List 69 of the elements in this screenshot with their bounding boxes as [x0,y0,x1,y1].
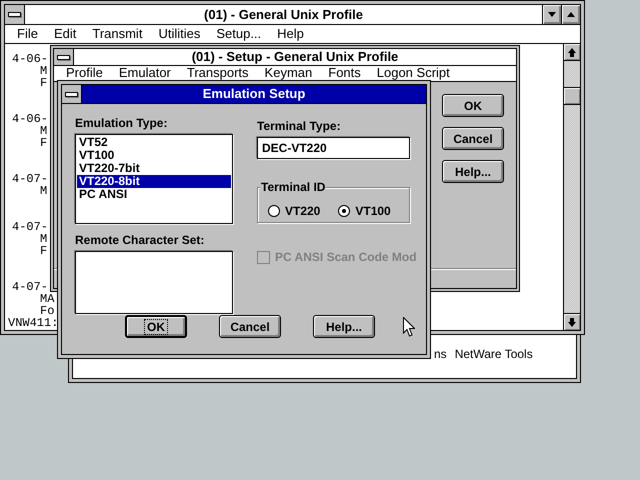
window-title: (01) - Setup - General Unix Profile [190,49,400,65]
radio-button[interactable] [268,205,280,217]
terminal-line: F [39,137,48,149]
menu-item[interactable]: Transports [178,66,257,81]
list-item[interactable]: VT52 [77,136,231,149]
terminal-line: Fo [39,305,54,317]
radio-button[interactable] [338,205,350,217]
terminal-line: 4-06- [12,113,48,125]
field-label: Emulation Type: [75,116,168,130]
terminal-line: 4-07- [12,281,48,293]
menu-item[interactable]: Setup... [208,25,270,43]
terminal-line: 4-07- [12,173,48,185]
radio-label: VT100 [355,204,391,218]
mouse-pointer-icon [403,317,415,337]
dialog-button[interactable]: OK [125,315,187,338]
tool-group-label[interactable]: ns [434,347,447,378]
checkbox-label: PC ANSI Scan Code Mod [275,250,417,264]
terminal-line: F [39,245,48,257]
arrow-down-icon[interactable] [568,318,576,326]
menu-item[interactable]: Profile [58,66,111,81]
system-menu-button[interactable] [62,85,82,103]
menu-item[interactable]: Keyman [256,66,320,81]
field-label: Terminal Type: [257,119,341,133]
window-title: Emulation Setup [202,85,306,103]
group-label: Terminal ID [260,180,326,194]
terminal-line: MA [39,293,54,305]
arrow-up-icon[interactable] [568,48,576,56]
terminal-line: 4-07- [12,221,48,233]
terminal-line: F [39,77,48,89]
system-menu-button[interactable] [5,5,25,24]
menu-item[interactable]: Fonts [320,66,369,81]
list-item[interactable]: PC ANSI [77,188,231,201]
menu-item[interactable]: Emulator [110,66,179,81]
terminal-line: M [39,65,48,77]
dialog-button[interactable]: OK [442,94,504,117]
terminal-line: 4-06- [12,53,48,65]
list-item[interactable]: VT220-7bit [77,162,231,175]
dialog-button[interactable]: Help... [442,160,504,183]
scrollbar[interactable] [563,44,580,330]
field-label: Remote Character Set: [75,233,204,247]
remote-character-set-list[interactable] [75,251,233,314]
dialog-button[interactable]: Help... [313,315,375,338]
menu-item[interactable]: Logon Script [368,66,458,81]
dialog-button[interactable]: Cancel [442,127,504,150]
terminal-line: M [39,233,48,245]
list-item[interactable]: VT220-8bit [77,175,231,188]
terminal-type-field[interactable]: DEC-VT220 [257,137,410,159]
menu-item[interactable]: Help [269,25,312,43]
minimize-button[interactable] [542,5,561,24]
menu-item[interactable]: Transmit [84,25,150,43]
terminal-line: M [39,185,48,197]
scroll-thumb[interactable] [564,87,580,105]
window-title: (01) - General Unix Profile [203,6,364,24]
dialog-button[interactable]: Cancel [219,315,281,338]
radio-label: VT220 [285,204,320,218]
system-menu-button[interactable] [54,49,74,65]
menu-item[interactable]: Utilities [150,25,208,43]
emulation-type-list[interactable]: VT52 VT100 VT220-7bit VT220-8bit PC ANSI [75,134,233,224]
maximize-button[interactable] [561,5,580,24]
tool-group-label[interactable]: NetWare Tools [454,347,533,378]
menu-item[interactable]: File [9,25,46,43]
scroll-up-button[interactable] [564,44,580,61]
terminal-prompt: VNW411: [8,317,58,329]
scroll-down-button[interactable] [564,313,580,330]
triangle-up-icon [567,12,575,17]
list-item[interactable]: VT100 [77,149,231,162]
triangle-down-icon [548,12,556,17]
menu-item[interactable]: Edit [46,25,84,43]
terminal-line: M [39,125,48,137]
